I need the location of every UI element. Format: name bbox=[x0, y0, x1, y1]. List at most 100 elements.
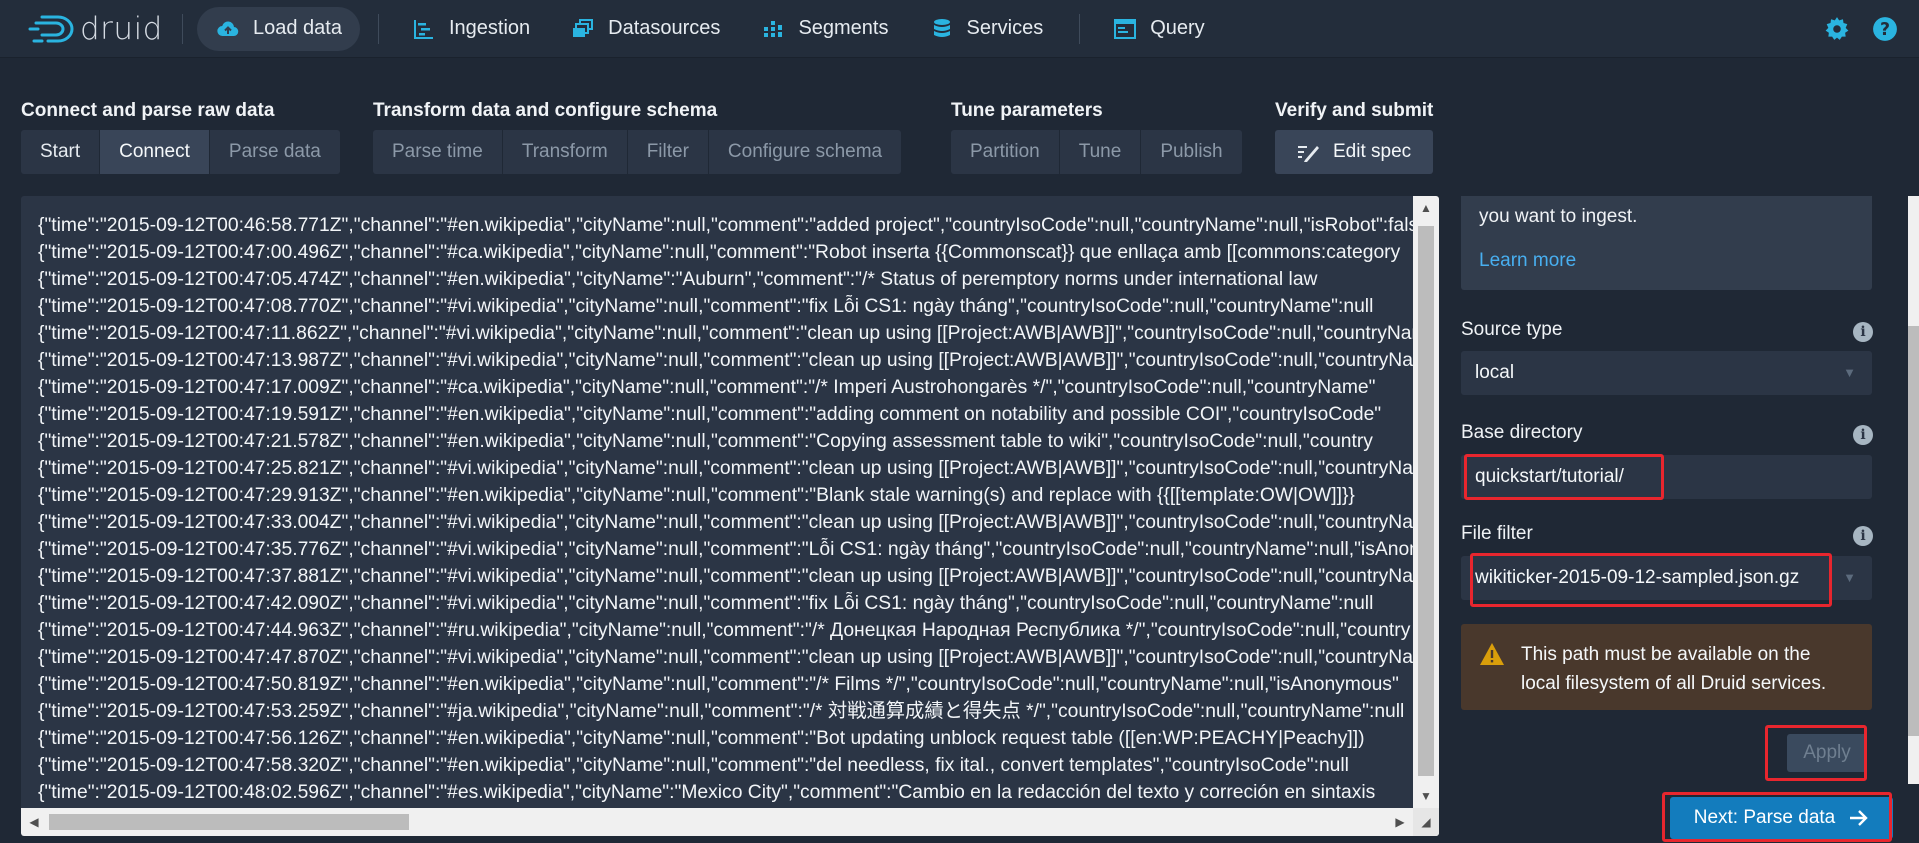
file-filter-label: File filter bbox=[1461, 523, 1533, 544]
raw-data-line: {"time":"2015-09-12T00:46:58.771Z","chan… bbox=[38, 215, 1429, 236]
info-icon[interactable]: i bbox=[1853, 425, 1873, 445]
info-card: you want to ingest. Learn more bbox=[1461, 196, 1872, 290]
warning-text: This path must be available on the local… bbox=[1521, 644, 1827, 694]
tab-parse-time[interactable]: Parse time bbox=[373, 130, 503, 174]
nav-divider bbox=[1079, 13, 1081, 44]
druid-logo-icon bbox=[28, 15, 74, 42]
edit-spec-button[interactable]: Edit spec bbox=[1275, 130, 1434, 174]
highlight-box-base-directory bbox=[1464, 454, 1664, 500]
raw-data-line: {"time":"2015-09-12T00:47:50.819Z","chan… bbox=[38, 674, 1399, 695]
tab-connect[interactable]: Connect bbox=[100, 130, 210, 174]
scroll-right-arrow-icon[interactable]: ▶ bbox=[1387, 808, 1413, 836]
edit-spec-icon bbox=[1298, 146, 1319, 162]
nav-label: Ingestion bbox=[448, 17, 531, 39]
raw-data-line: {"time":"2015-09-12T00:47:33.004Z","chan… bbox=[38, 512, 1433, 533]
info-icon[interactable]: i bbox=[1853, 526, 1873, 546]
learn-more-link[interactable]: Learn more bbox=[1479, 250, 1854, 272]
raw-data-line: {"time":"2015-09-12T00:47:58.320Z","chan… bbox=[38, 755, 1349, 776]
step-title: Tune parameters bbox=[951, 100, 1103, 121]
source-type-select[interactable]: local ▼ bbox=[1461, 351, 1872, 395]
nav-divider bbox=[182, 13, 183, 44]
step-title: Connect and parse raw data bbox=[21, 100, 275, 121]
step-group-verify: Verify and submit Edit spec bbox=[1275, 98, 1434, 174]
scrollbar-thumb[interactable] bbox=[1418, 226, 1434, 776]
application-icon bbox=[1112, 16, 1138, 42]
info-icon[interactable]: i bbox=[1853, 322, 1873, 342]
scrollbar-thumb[interactable] bbox=[1908, 326, 1919, 736]
raw-data-line: {"time":"2015-09-12T00:47:08.770Z","chan… bbox=[38, 296, 1374, 317]
nav-divider bbox=[377, 13, 379, 44]
source-type-label: Source type bbox=[1461, 319, 1563, 340]
path-warning-callout: This path must be available on the local… bbox=[1461, 624, 1872, 710]
raw-data-vertical-scrollbar[interactable]: ▲ ▼ bbox=[1413, 196, 1439, 808]
edit-spec-label: Edit spec bbox=[1333, 141, 1412, 162]
svg-text:?: ? bbox=[1880, 20, 1890, 40]
raw-data-preview[interactable]: {"time":"2015-09-12T00:46:58.771Z","chan… bbox=[21, 196, 1439, 836]
step-group-tune: Tune parameters Partition Tune Publish bbox=[951, 98, 1242, 174]
raw-data-line: {"time":"2015-09-12T00:47:44.963Z","chan… bbox=[38, 620, 1411, 641]
nav-query[interactable]: Query bbox=[1094, 7, 1222, 51]
step-title: Transform data and configure schema bbox=[373, 100, 718, 121]
raw-data-horizontal-scrollbar[interactable]: ◀ ▶ ◢ bbox=[21, 808, 1439, 836]
raw-data-line: {"time":"2015-09-12T00:47:05.474Z","chan… bbox=[38, 269, 1318, 290]
step-tabs: Parse time Transform Filter Configure sc… bbox=[373, 130, 902, 174]
highlight-box-apply bbox=[1765, 725, 1867, 781]
scroll-left-arrow-icon[interactable]: ◀ bbox=[21, 808, 47, 836]
step-title: Verify and submit bbox=[1275, 100, 1434, 121]
tab-publish[interactable]: Publish bbox=[1141, 130, 1241, 174]
info-text: you want to ingest. bbox=[1479, 206, 1638, 227]
raw-data-line: {"time":"2015-09-12T00:47:29.913Z","chan… bbox=[38, 485, 1355, 506]
nav-ingestion[interactable]: Ingestion bbox=[393, 7, 548, 51]
nav-label: Query bbox=[1150, 17, 1205, 39]
raw-data-line: {"time":"2015-09-12T00:47:25.821Z","chan… bbox=[38, 458, 1433, 479]
tab-parse-data[interactable]: Parse data bbox=[210, 130, 340, 174]
scroll-down-arrow-icon[interactable]: ▼ bbox=[1413, 784, 1439, 808]
raw-data-line: {"time":"2015-09-12T00:47:00.496Z","chan… bbox=[38, 242, 1401, 263]
top-navbar: druid Load data Ingestion Datasources Se… bbox=[0, 0, 1919, 58]
raw-data-line: {"time":"2015-09-12T00:47:53.259Z","chan… bbox=[38, 701, 1405, 722]
tab-transform[interactable]: Transform bbox=[503, 130, 628, 174]
tab-filter[interactable]: Filter bbox=[628, 130, 709, 174]
raw-data-line: {"time":"2015-09-12T00:47:13.987Z","chan… bbox=[38, 350, 1433, 371]
nav-load-data[interactable]: Load data bbox=[197, 6, 360, 51]
nav-segments[interactable]: Segments bbox=[742, 7, 906, 51]
raw-data-lines: {"time":"2015-09-12T00:46:58.771Z","chan… bbox=[38, 212, 1433, 804]
tab-partition[interactable]: Partition bbox=[951, 130, 1060, 174]
raw-data-line: {"time":"2015-09-12T00:47:21.578Z","chan… bbox=[38, 431, 1373, 452]
caret-down-icon: ▼ bbox=[1843, 365, 1856, 380]
gear-icon[interactable] bbox=[1823, 15, 1851, 43]
form-panel-scrollbar[interactable] bbox=[1908, 196, 1919, 784]
scrollbar-thumb[interactable] bbox=[49, 814, 409, 830]
nav-right-controls: ? bbox=[1823, 15, 1899, 43]
stacked-chart-icon bbox=[760, 16, 786, 42]
step-tabs: Start Connect Parse data bbox=[21, 130, 340, 174]
base-directory-label: Base directory bbox=[1461, 422, 1583, 443]
source-type-value: local bbox=[1475, 362, 1515, 383]
help-icon[interactable]: ? bbox=[1871, 15, 1899, 43]
scroll-up-arrow-icon[interactable]: ▲ bbox=[1413, 196, 1439, 220]
druid-logo[interactable]: druid bbox=[28, 9, 168, 49]
nav-label: Datasources bbox=[608, 17, 721, 39]
raw-data-line: {"time":"2015-09-12T00:47:11.862Z","chan… bbox=[38, 323, 1433, 344]
nav-label: Services bbox=[966, 17, 1044, 39]
step-group-transform: Transform data and configure schema Pars… bbox=[373, 98, 902, 174]
warning-sign-icon bbox=[1479, 642, 1505, 675]
caret-down-icon: ▼ bbox=[1843, 570, 1856, 585]
nav-label: Load data bbox=[253, 17, 342, 39]
highlight-box-file-filter bbox=[1470, 553, 1832, 607]
database-icon bbox=[929, 16, 955, 42]
step-tabs: Partition Tune Publish bbox=[951, 130, 1242, 174]
raw-data-line: {"time":"2015-09-12T00:47:47.870Z","chan… bbox=[38, 647, 1433, 668]
tab-tune[interactable]: Tune bbox=[1060, 130, 1142, 174]
raw-data-line: {"time":"2015-09-12T00:47:35.776Z","chan… bbox=[38, 539, 1427, 560]
raw-data-line: {"time":"2015-09-12T00:47:42.090Z","chan… bbox=[38, 593, 1374, 614]
nav-label: Segments bbox=[798, 17, 889, 39]
tab-configure-schema[interactable]: Configure schema bbox=[709, 130, 901, 174]
nav-datasources[interactable]: Datasources bbox=[552, 7, 738, 51]
resize-grip-icon[interactable]: ◢ bbox=[1413, 808, 1439, 836]
raw-data-line: {"time":"2015-09-12T00:47:37.881Z","chan… bbox=[38, 566, 1433, 587]
tab-start[interactable]: Start bbox=[21, 130, 101, 174]
multi-select-icon bbox=[570, 16, 596, 42]
nav-services[interactable]: Services bbox=[911, 7, 1062, 51]
brand-name: druid bbox=[80, 10, 163, 47]
